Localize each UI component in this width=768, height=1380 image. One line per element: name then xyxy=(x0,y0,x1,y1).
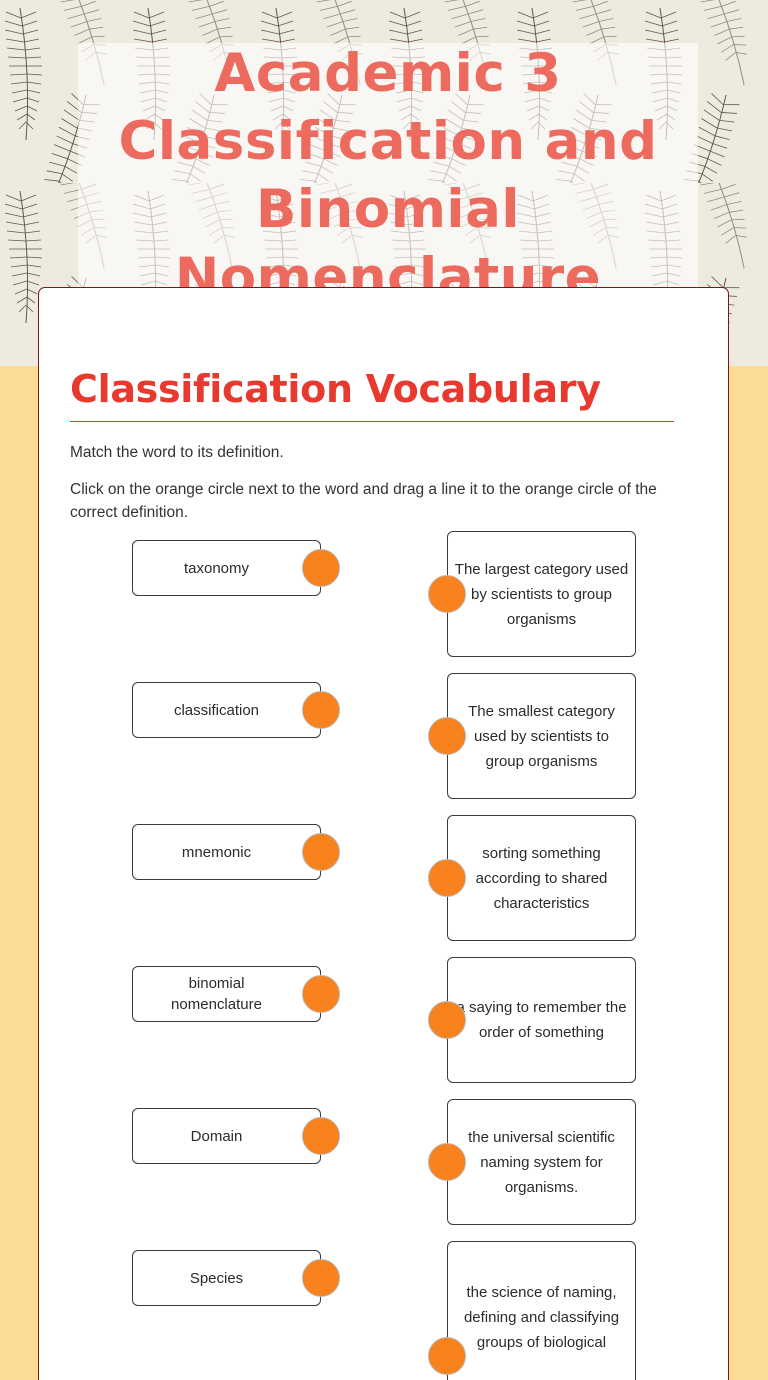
definition-connector-dot[interactable] xyxy=(428,1143,466,1181)
definition-box[interactable]: a saying to remember the order of someth… xyxy=(447,957,636,1083)
instruction-line-1: Match the word to its definition. xyxy=(70,444,284,461)
definition-label: sorting something according to shared ch… xyxy=(475,844,608,912)
word-connector-dot[interactable] xyxy=(302,1117,340,1155)
definition-label: a saying to remember the order of someth… xyxy=(456,999,627,1041)
word-box[interactable]: taxonomy xyxy=(132,540,321,596)
title-divider xyxy=(70,421,674,422)
word-connector-dot[interactable] xyxy=(302,975,340,1013)
word-label: taxonomy xyxy=(183,559,250,577)
definition-label: the science of naming, defining and clas… xyxy=(463,1283,620,1351)
word-label: Species xyxy=(189,1269,244,1287)
definition-box[interactable]: the universal scientific naming system f… xyxy=(447,1099,636,1225)
match-row: classification The smallest category use… xyxy=(39,673,728,815)
word-box[interactable]: mnemonic xyxy=(132,824,321,880)
word-connector-dot[interactable] xyxy=(302,549,340,587)
word-connector-dot[interactable] xyxy=(302,833,340,871)
match-row: Species the science of naming, defining … xyxy=(39,1241,728,1380)
word-box[interactable]: Domain xyxy=(132,1108,321,1164)
word-box[interactable]: Species xyxy=(132,1250,321,1306)
definition-connector-dot[interactable] xyxy=(428,717,466,755)
definition-box[interactable]: The smallest category used by scientists… xyxy=(447,673,636,799)
word-label: classification xyxy=(173,701,260,719)
definition-connector-dot[interactable] xyxy=(428,859,466,897)
word-box[interactable]: binomial nomenclature xyxy=(132,966,321,1022)
definition-label: The largest category used by scientists … xyxy=(454,560,629,628)
definition-label: The smallest category used by scientists… xyxy=(468,702,615,770)
definition-box[interactable]: The largest category used by scientists … xyxy=(447,531,636,657)
banner-title: Academic 3 Classification and Binomial N… xyxy=(118,43,658,308)
match-row: taxonomy The largest category used by sc… xyxy=(39,531,728,673)
word-connector-dot[interactable] xyxy=(302,1259,340,1297)
definition-connector-dot[interactable] xyxy=(428,1001,466,1039)
match-row: Domain the universal scientific naming s… xyxy=(39,1099,728,1241)
instruction-line-2: Click on the orange circle next to the w… xyxy=(70,481,657,521)
word-label: Domain xyxy=(190,1127,243,1145)
match-row: binomial nomenclature a saying to rememb… xyxy=(39,957,728,1099)
definition-box[interactable]: sorting something according to shared ch… xyxy=(447,815,636,941)
definition-label: the universal scientific naming system f… xyxy=(468,1128,615,1196)
worksheet-card: Classification Vocabulary Match the word… xyxy=(38,287,729,1380)
page-title: Classification Vocabulary xyxy=(70,367,601,411)
word-box[interactable]: classification xyxy=(132,682,321,738)
definition-connector-dot[interactable] xyxy=(428,575,466,613)
definition-connector-dot[interactable] xyxy=(428,1337,466,1375)
match-row: mnemonic sorting something according to … xyxy=(39,815,728,957)
word-label: mnemonic xyxy=(181,843,252,861)
word-label: binomial nomenclature xyxy=(171,975,262,1013)
word-connector-dot[interactable] xyxy=(302,691,340,729)
definition-box[interactable]: the science of naming, defining and clas… xyxy=(447,1241,636,1380)
